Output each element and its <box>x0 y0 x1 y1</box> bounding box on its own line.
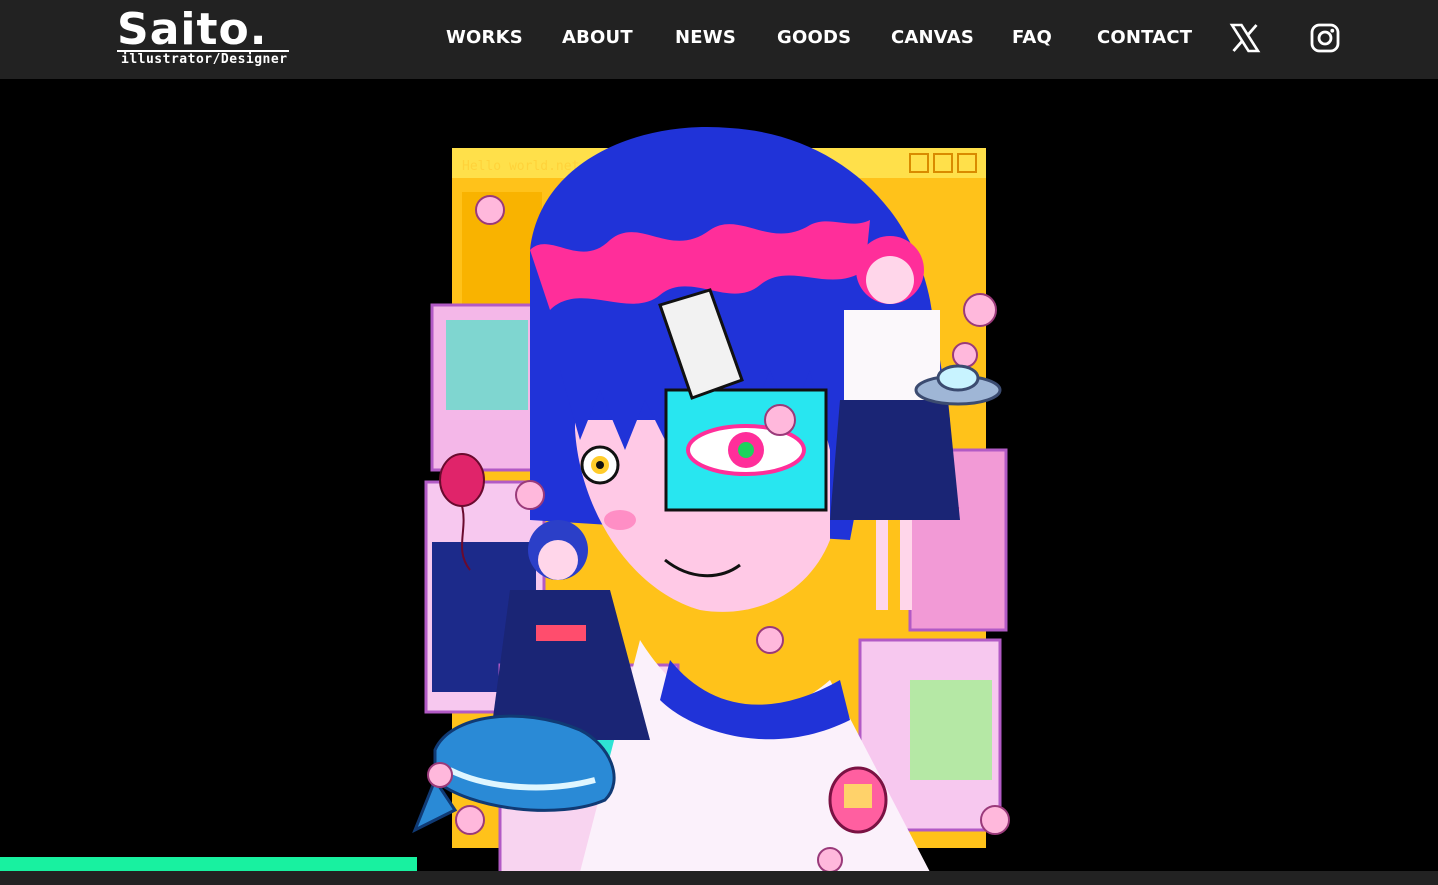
tamagotchi <box>828 766 888 834</box>
nav-item-about[interactable]: ABOUT <box>562 24 633 52</box>
instagram-social-link[interactable] <box>1309 22 1341 54</box>
nav-item-goods[interactable]: GOODS <box>777 24 851 52</box>
nav-item-news[interactable]: NEWS <box>675 24 736 52</box>
hero-artwork: Hello world.net 777 <box>412 127 1010 872</box>
instagram-icon <box>1310 23 1340 53</box>
nav-item-contact[interactable]: CONTACT <box>1097 24 1192 52</box>
nav-item-works[interactable]: WORKS <box>446 24 523 52</box>
logo-subtitle: illustrator/Designer <box>121 52 288 67</box>
x-social-link[interactable] <box>1229 22 1261 54</box>
site-logo[interactable]: Saito. illustrator/Designer <box>117 6 291 70</box>
nav-item-faq[interactable]: FAQ <box>1012 24 1052 52</box>
nav-item-canvas[interactable]: CANVAS <box>891 24 974 52</box>
window-title-text: Hello world.net <box>462 159 579 174</box>
progress-track <box>0 871 1438 885</box>
progress-fill <box>0 857 417 871</box>
hero-illustration: Hello world.net 777 <box>410 120 1030 872</box>
x-logo-icon <box>1229 23 1261 53</box>
logo-title: Saito. <box>117 4 268 55</box>
site-header: Saito. illustrator/Designer WORKS ABOUT … <box>0 0 1438 79</box>
